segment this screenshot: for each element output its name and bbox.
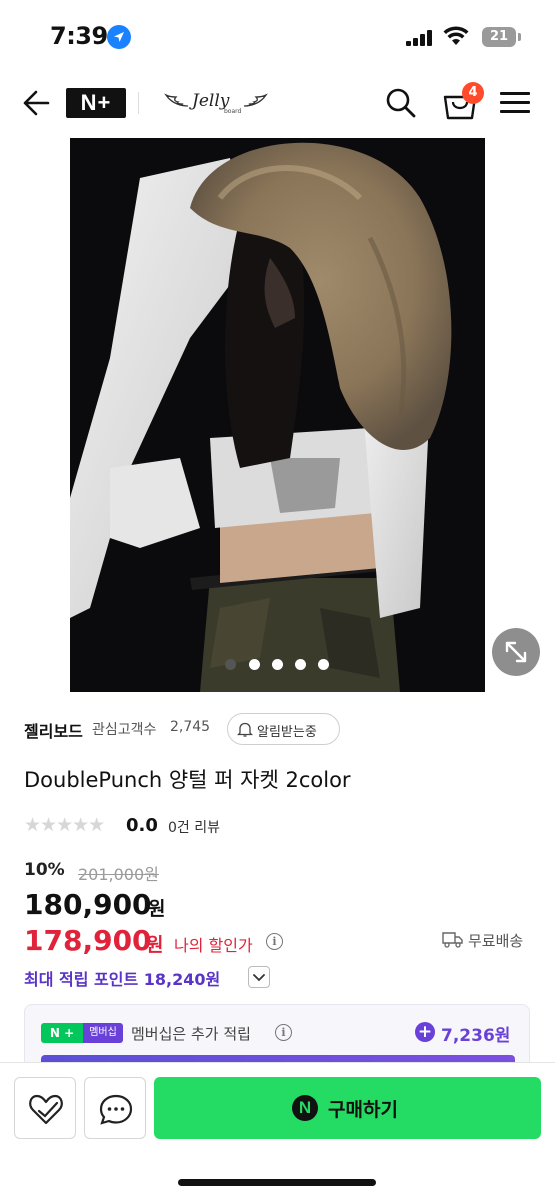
- chevron-down-icon: [253, 974, 265, 982]
- naver-plus-logo[interactable]: N+: [66, 88, 126, 118]
- membership-badge-label: 멤버십: [83, 1023, 123, 1043]
- membership-text: 멤버십은 추가 적립: [131, 1025, 251, 1043]
- free-shipping-label: 무료배송: [468, 932, 524, 950]
- product-image[interactable]: [70, 138, 485, 692]
- membership-points: 7,236원: [441, 1026, 511, 1046]
- signal-icon: [406, 30, 434, 46]
- search-icon[interactable]: [385, 86, 417, 120]
- sale-price: 180,900: [24, 888, 152, 921]
- buy-button[interactable]: N 구매하기: [154, 1077, 541, 1139]
- left-wing-icon: [164, 93, 189, 107]
- hamburger-menu-icon[interactable]: [500, 90, 530, 116]
- status-time: 7:39: [50, 22, 108, 50]
- membership-info-icon[interactable]: i: [275, 1024, 292, 1041]
- expand-image-button[interactable]: [492, 628, 540, 676]
- app-header: N+ Jelly board 4: [0, 70, 555, 138]
- battery-indicator: 21: [482, 27, 516, 47]
- right-wing-icon: [243, 93, 268, 107]
- my-discount-price: 178,900: [24, 924, 152, 957]
- discount-rate: 10%: [24, 860, 65, 880]
- chat-button[interactable]: [84, 1077, 146, 1139]
- store-logo-sub: board: [224, 108, 242, 115]
- store-logo[interactable]: Jelly board: [162, 86, 270, 120]
- rating-row: ★★★★★ 0.0 0건 리뷰: [24, 814, 324, 838]
- naver-pay-icon: N: [292, 1095, 318, 1121]
- wifi-icon: [443, 26, 469, 45]
- status-bar: 7:39 21: [0, 0, 555, 70]
- heart-check-icon: [29, 1094, 63, 1125]
- notify-button[interactable]: 알림받는중: [227, 713, 340, 745]
- fav-customers-label: 관심고객수: [92, 722, 157, 738]
- back-arrow-icon[interactable]: [20, 88, 50, 118]
- header-divider: [138, 92, 139, 114]
- rating-value: 0.0: [126, 815, 158, 836]
- chat-bubble-icon: [99, 1094, 133, 1125]
- product-title: DoublePunch 양털 퍼 자켓 2color: [24, 768, 351, 792]
- max-points-label: 최대 적립 포인트 18,240원: [24, 970, 221, 989]
- sale-price-unit: 원: [148, 898, 166, 920]
- like-button[interactable]: [14, 1077, 76, 1139]
- my-price-row: 178,900 원 나의 할인가 i 무료배송: [24, 924, 534, 958]
- bell-icon: [237, 722, 253, 737]
- my-discount-label: 나의 할인가: [174, 936, 253, 955]
- my-discount-unit: 원: [146, 934, 164, 956]
- gallery-dot[interactable]: [295, 659, 306, 670]
- truck-icon: [442, 932, 463, 948]
- gallery-dot[interactable]: [249, 659, 260, 670]
- product-photo: [70, 138, 485, 692]
- buy-label: 구매하기: [328, 1099, 398, 1121]
- plus-circle-icon: +: [415, 1022, 435, 1042]
- cart-count-badge: 4: [462, 82, 484, 104]
- gallery-dot[interactable]: [225, 659, 236, 670]
- points-row: 최대 적립 포인트 18,240원: [24, 964, 324, 990]
- battery-tip: [518, 33, 521, 41]
- expand-icon: [505, 641, 527, 663]
- membership-badge-np: N +: [41, 1023, 83, 1043]
- notify-label: 알림받는중: [257, 725, 317, 740]
- fav-customers-count: 2,745: [170, 719, 211, 735]
- gallery-dot[interactable]: [272, 659, 283, 670]
- review-count[interactable]: 0건 리뷰: [168, 817, 220, 837]
- gallery-dots: [225, 658, 335, 672]
- original-price: 201,000원: [78, 865, 159, 884]
- membership-badge: N + 멤버십: [41, 1023, 123, 1043]
- store-name[interactable]: 젤리보드: [24, 718, 83, 742]
- rating-stars: ★★★★★: [24, 814, 105, 836]
- location-icon: [107, 25, 131, 49]
- store-row: 젤리보드 관심고객수 2,745 알림받는중: [24, 713, 534, 745]
- home-indicator: [178, 1179, 376, 1186]
- points-dropdown-toggle[interactable]: [248, 966, 270, 988]
- gallery-dot[interactable]: [318, 659, 329, 670]
- membership-box: N + 멤버십 멤버십은 추가 적립 i + 7,236원: [24, 1004, 530, 1065]
- info-icon[interactable]: i: [266, 933, 283, 950]
